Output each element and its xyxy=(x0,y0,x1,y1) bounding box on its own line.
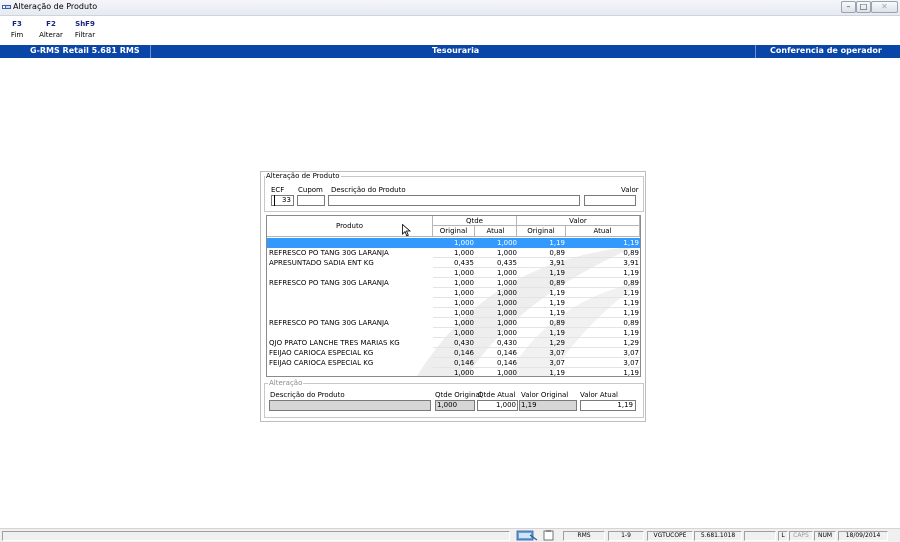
cell-valor-atual: 1,19 xyxy=(623,369,639,377)
cupom-field[interactable] xyxy=(297,195,325,206)
cell-produto xyxy=(269,288,433,298)
mouse-pointer-icon xyxy=(402,224,411,237)
cell-qtde-original: 1,000 xyxy=(453,239,474,247)
col-valor-header[interactable]: Valor xyxy=(517,216,640,226)
produtos-grid[interactable]: Produto Qtde Valor Original Atual Origin… xyxy=(266,215,641,377)
header-divider xyxy=(755,45,756,58)
cell-produto: REFRESCO PO TANG 30G LARANJA xyxy=(269,319,389,327)
cell-valor-atual: 1,19 xyxy=(623,239,639,247)
produto-group-title: Alteração de Produto xyxy=(265,172,341,180)
cell-valor-original: 1,19 xyxy=(549,369,565,377)
cell-produto: APRESUNTADO SADIA ENT KG xyxy=(269,259,374,267)
header-divider xyxy=(150,45,151,58)
alt-valor-original-label: Valor Original xyxy=(521,391,569,399)
status-user-panel: VGTUCOPE xyxy=(647,531,693,541)
ecf-cupom-value: 33 xyxy=(282,196,291,204)
maximize-button[interactable]: □ xyxy=(856,1,871,13)
cell-produto: QJO PRATO LANCHE TRES MARIAS KG xyxy=(269,339,400,347)
cell-produto xyxy=(269,298,433,308)
minimize-icon: – xyxy=(846,2,851,11)
f2-key[interactable]: F2 xyxy=(36,20,66,28)
col-qtde-original-header[interactable]: Original xyxy=(433,226,475,237)
clipboard-icon xyxy=(543,530,554,541)
module-header: G-RMS Retail 5.681 RMS Tesouraria Confer… xyxy=(0,45,900,58)
alt-descricao-label: Descrição do Produto xyxy=(270,391,345,399)
screen-name: Conferencia de operador xyxy=(770,46,882,55)
status-num-panel: NUM xyxy=(814,531,836,541)
alt-valor-atual-field[interactable]: 1,19 xyxy=(580,400,636,411)
col-valor-original-header[interactable]: Original xyxy=(517,226,566,237)
alt-valor-original-field: 1,19 xyxy=(519,400,577,411)
cell-produto xyxy=(269,308,433,318)
module-name: Tesouraria xyxy=(432,46,480,55)
alt-qtde-original-label: Qtde Original xyxy=(435,391,482,399)
valor-field[interactable] xyxy=(584,195,636,206)
produto-group xyxy=(264,176,644,212)
alt-qtde-original-field: 1,000 xyxy=(435,400,475,411)
system-name: G-RMS Retail 5.681 RMS xyxy=(30,46,140,55)
cell-produto: REFRESCO PO TANG 30G LARANJA xyxy=(269,279,389,287)
status-date-panel: 18/09/2014 xyxy=(838,531,888,541)
ecf-label: ECF xyxy=(271,186,285,194)
cell-qtde-atual: 1,000 xyxy=(496,239,517,247)
close-icon: ✕ xyxy=(881,2,888,11)
alt-qtde-atual-label: Qtde Atual xyxy=(478,391,516,399)
status-caps-panel: CAPS xyxy=(789,531,813,541)
col-qtde-header[interactable]: Qtde xyxy=(433,216,517,226)
cell-valor-original: 1,19 xyxy=(549,239,565,247)
cell-qtde-original: 1,000 xyxy=(453,369,474,377)
table-row[interactable]: 1,000 1,000 1,19 1,19 xyxy=(267,238,640,248)
filtrar-button[interactable]: Filtrar xyxy=(70,31,100,39)
minimize-button[interactable]: – xyxy=(841,1,856,13)
close-button[interactable]: ✕ xyxy=(871,1,898,13)
alteracao-group-title: Alteração xyxy=(268,379,304,387)
computer-icon xyxy=(516,530,538,541)
descricao-field[interactable] xyxy=(328,195,580,206)
cell-produto xyxy=(269,368,433,376)
maximize-icon: □ xyxy=(859,2,868,11)
text-cursor xyxy=(274,195,275,206)
valor-label: Valor xyxy=(621,186,639,194)
descricao-label: Descrição do Produto xyxy=(331,186,406,194)
alt-qtde-atual-field[interactable]: 1,000 xyxy=(477,400,518,411)
status-l-panel: L xyxy=(778,531,788,541)
cell-qtde-atual: 1,000 xyxy=(496,369,517,377)
f3-key[interactable]: F3 xyxy=(2,20,32,28)
cupom-label: Cupom xyxy=(298,186,323,194)
app-icon xyxy=(2,5,11,9)
cell-produto xyxy=(269,328,433,338)
cell-produto: FEIJAO CARIOCA ESPECIAL KG xyxy=(269,349,374,357)
cell-produto: FEIJAO CARIOCA ESPECIAL KG xyxy=(269,359,374,367)
cell-produto xyxy=(269,268,433,278)
status-bar: RMS 1-9 VGTUCOPE 5.681.1018 L CAPS NUM 1… xyxy=(0,528,900,542)
title-bar: Alteração de Produto – □ ✕ xyxy=(0,0,900,16)
shf9-key[interactable]: ShF9 xyxy=(70,20,100,28)
window-title: Alteração de Produto xyxy=(13,2,98,11)
status-message-panel xyxy=(2,531,510,541)
cell-produto xyxy=(269,238,433,248)
alt-descricao-field xyxy=(269,400,431,411)
status-system-panel: RMS xyxy=(563,531,605,541)
col-qtde-atual-header[interactable]: Atual xyxy=(475,226,517,237)
col-valor-atual-header[interactable]: Atual xyxy=(566,226,640,237)
alt-valor-atual-label: Valor Atual xyxy=(580,391,618,399)
cell-produto: REFRESCO PO TANG 30G LARANJA xyxy=(269,249,389,257)
status-empty-panel xyxy=(744,531,776,541)
fim-button[interactable]: Fim xyxy=(2,31,32,39)
status-range-panel: 1-9 xyxy=(608,531,644,541)
status-version-panel: 5.681.1018 xyxy=(694,531,742,541)
alterar-button[interactable]: Alterar xyxy=(36,31,66,39)
table-row[interactable]: 1,000 1,000 1,19 1,19 xyxy=(267,368,640,377)
